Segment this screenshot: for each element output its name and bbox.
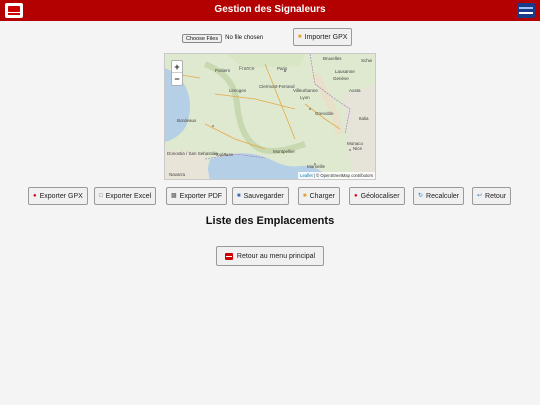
map-label-nice: Nice	[353, 146, 363, 151]
document-icon: □	[99, 193, 103, 199]
back-arrow-icon: ↩	[477, 193, 483, 199]
export-gpx-button[interactable]: ● Exporter GPX	[28, 187, 88, 205]
map-label-italia: Italia	[359, 116, 369, 121]
page-title: Gestion des Signaleurs	[214, 4, 326, 15]
map-label-marseille: Marseille	[307, 164, 326, 169]
brand-logo-right	[517, 3, 535, 18]
recalculate-button[interactable]: ↻ Recalculer	[413, 187, 465, 205]
load-label: Charger	[309, 192, 335, 200]
folder-icon: ■	[303, 193, 307, 199]
map-label-geneve: Genève	[333, 76, 349, 81]
osm-attribution: | © OpenStreetMap contributors	[313, 173, 373, 178]
save-button[interactable]: ■ Sauvegarder	[232, 187, 289, 205]
map-label-grenoble: Grenoble	[315, 111, 334, 116]
export-pdf-button[interactable]: ▩ Exporter PDF	[166, 187, 228, 205]
map-attribution: Leaflet | © OpenStreetMap contributors	[298, 172, 375, 179]
save-label: Sauvegarder	[243, 192, 284, 200]
map-label-paris: Paris	[277, 66, 288, 71]
refresh-icon: ↻	[418, 193, 424, 199]
map-label-lausanne: Lausanne	[335, 69, 355, 74]
map-label-sebastian: Donostia / San Sebastián	[167, 151, 218, 156]
app-header: Gestion des Signaleurs	[0, 0, 540, 21]
load-button[interactable]: ■ Charger	[298, 187, 340, 205]
zoom-out-button[interactable]: −	[172, 73, 182, 85]
map-label-france: France	[239, 66, 255, 72]
map-label-navarra: Navarra	[169, 172, 186, 177]
leaflet-link[interactable]: Leaflet	[300, 173, 313, 178]
export-excel-label: Exporter Excel	[105, 192, 152, 200]
map-label-villeurbanne: Villeurbanne	[293, 88, 318, 93]
file-status: No file chosen	[225, 35, 264, 41]
map-label-monaco: Monaco	[347, 141, 364, 146]
map-label-bordeaux: Bordeaux	[177, 118, 197, 123]
export-excel-button[interactable]: □ Exporter Excel	[94, 187, 157, 205]
brand-logo-icon	[224, 252, 233, 260]
map-label-bruxelles: Bruxelles	[323, 56, 342, 61]
back-to-main-menu-button[interactable]: Retour au menu principal	[216, 246, 324, 266]
geolocate-label: Géolocaliser	[360, 192, 400, 200]
export-gpx-label: Exporter GPX	[39, 192, 83, 200]
map-label-aosta: Aosta	[349, 88, 361, 93]
zoom-control: + −	[171, 60, 183, 86]
import-gpx-button[interactable]: ■ Importer GPX	[293, 28, 353, 46]
map-label-lyon: Lyon	[300, 95, 310, 100]
zoom-in-button[interactable]: +	[172, 61, 182, 73]
map-label-limoges: Limoges	[229, 88, 247, 93]
map-pin-icon: ●	[354, 193, 358, 199]
locations-list-title: Liste des Emplacements	[205, 215, 335, 227]
map-label-poitiers: Poitiers	[215, 68, 231, 73]
floppy-disk-icon: ■	[237, 193, 241, 199]
map-label-schw: Schw	[361, 58, 373, 63]
recalculate-label: Recalculer	[426, 192, 460, 200]
import-gpx-label: Importer GPX	[304, 33, 348, 41]
back-label: Retour	[485, 192, 507, 200]
geolocate-button[interactable]: ● Géolocaliser	[349, 187, 405, 205]
map-label-montpellier: Montpellier	[273, 149, 296, 154]
map-pin-icon: ●	[33, 193, 37, 199]
choose-files-button[interactable]: Choose Files	[182, 33, 223, 43]
back-to-main-menu-label: Retour au menu principal	[236, 252, 316, 260]
file-input[interactable]: Choose Files No file chosen	[182, 32, 263, 44]
map-label-clermont: Clermont-Ferrand	[259, 84, 295, 89]
export-pdf-label: Exporter PDF	[179, 192, 223, 200]
printer-icon: ▩	[171, 193, 177, 199]
folder-open-icon: ■	[298, 34, 302, 40]
map-view[interactable]: + − France Paris Bruxelles Schw Lausanne…	[164, 53, 376, 180]
back-button[interactable]: ↩ Retour	[472, 187, 512, 205]
